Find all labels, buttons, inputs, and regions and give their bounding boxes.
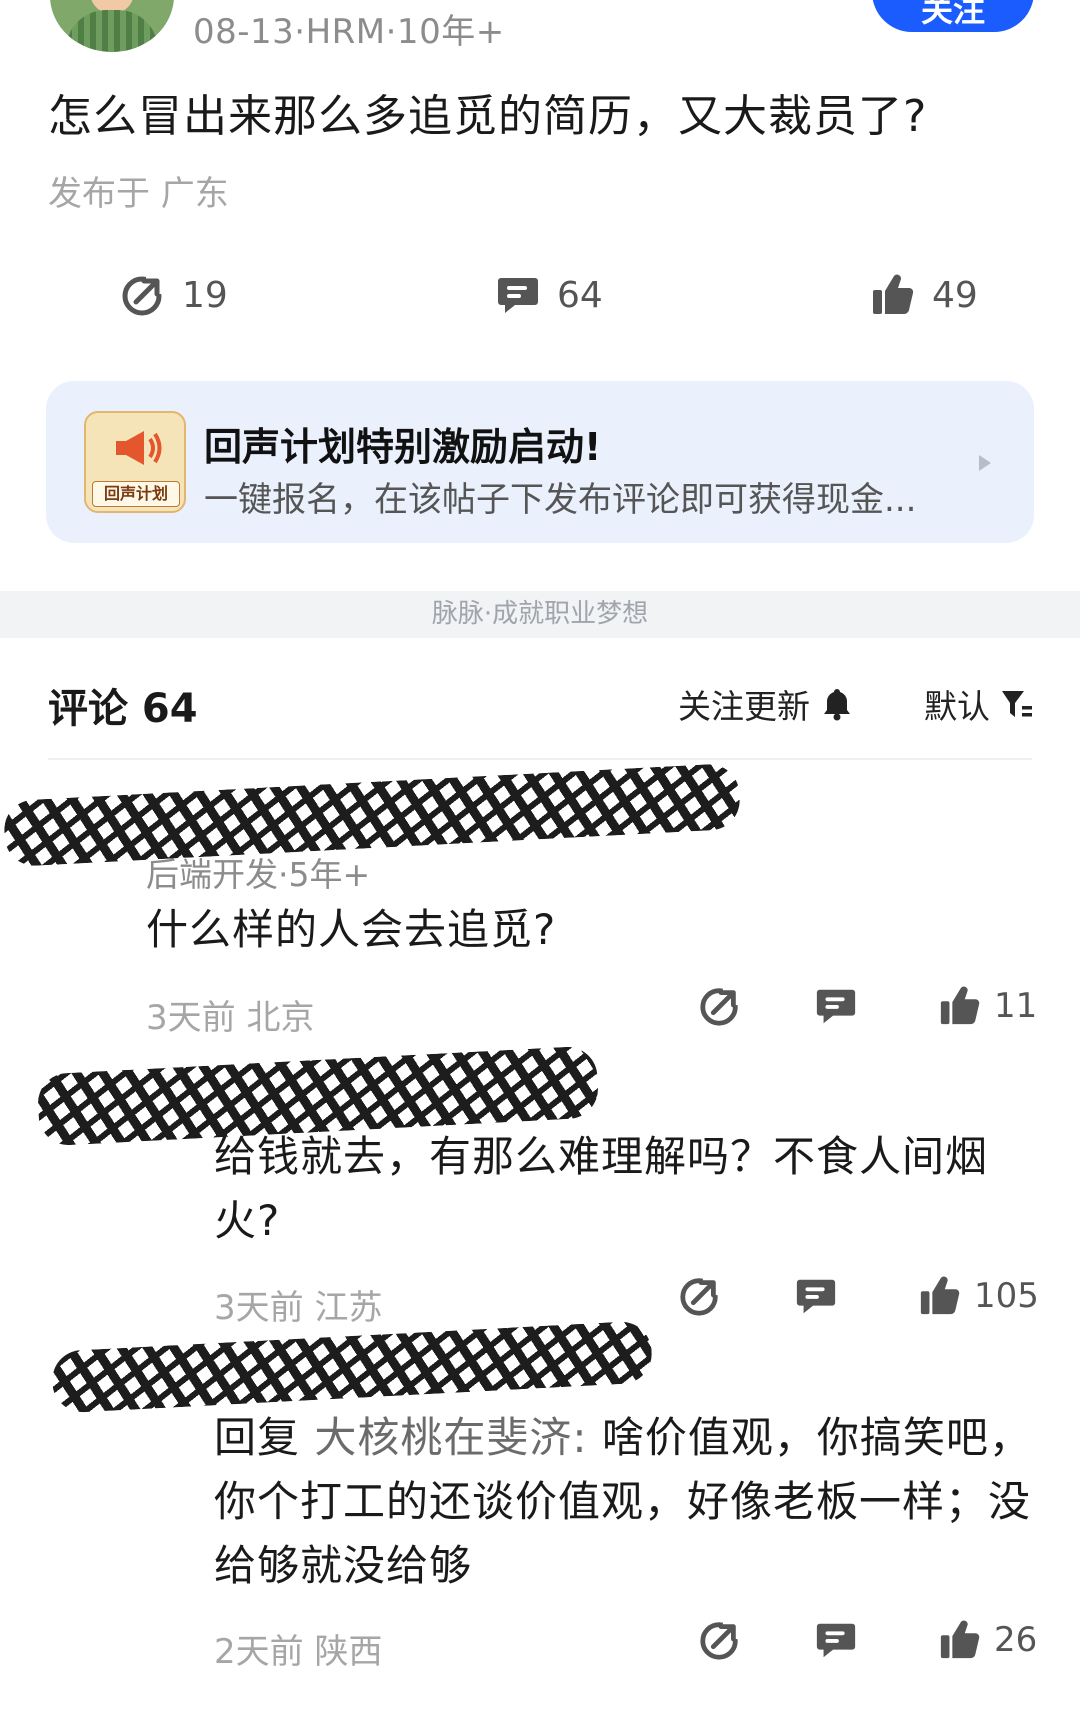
share-icon (122, 274, 166, 316)
bell-icon (824, 689, 850, 721)
follow-updates-label: 关注更新 (678, 687, 810, 726)
sort-dropdown[interactable]: 默认 (924, 680, 1034, 728)
comment-time-location: 3天前 北京 (146, 998, 315, 1038)
share-icon[interactable] (678, 1274, 722, 1318)
comment-text: 什么样的人会去追觅? (146, 905, 557, 954)
megaphone-icon: 回声计划 (84, 411, 186, 513)
chevron-right-icon (979, 455, 991, 471)
comment-text: 给钱就去，有那么难理解吗？不食人间烟火? (214, 1132, 989, 1245)
redacted-author-name (2, 762, 742, 868)
comment-like[interactable]: 26 (938, 1618, 1037, 1662)
share-count: 19 (182, 274, 228, 316)
share-action[interactable]: 19 (120, 270, 228, 320)
comment-time-location: 3天前 江苏 (214, 1288, 383, 1328)
comment-like[interactable]: 11 (938, 984, 1037, 1028)
follow-updates-button[interactable]: 关注更新 (678, 680, 852, 728)
banner-icon-label: 回声计划 (92, 481, 180, 507)
thumbs-up-icon (920, 1276, 960, 1315)
thumbs-up-icon (873, 274, 914, 315)
comment-icon (498, 278, 538, 313)
comments-title: 评论 64 (48, 686, 198, 732)
reply-target-name[interactable]: 大核桃在斐济: (314, 1413, 587, 1462)
reply-icon[interactable] (794, 1274, 838, 1318)
post-title: 怎么冒出来那么多追觅的简历，又大裁员了? (48, 91, 928, 142)
comment-like-count: 11 (994, 986, 1038, 1026)
comment-text: 回复 大核桃在斐济: 啥价值观，你搞笑吧，你个打工的还谈价值观，好像老板一样；没… (214, 1406, 1034, 1598)
comment-author-meta: 后端开发·5年+ (146, 855, 371, 894)
comment-action[interactable]: 64 (495, 270, 603, 320)
banner-subtitle: 一键报名，在该帖子下发布评论即可获得现金... (204, 480, 917, 520)
post-location: 发布于 广东 (48, 174, 229, 214)
thumbs-up-icon (940, 1620, 980, 1659)
filter-icon (1002, 691, 1032, 717)
reply-icon[interactable] (814, 984, 858, 1028)
like-action[interactable]: 49 (870, 270, 978, 320)
sort-label: 默认 (924, 687, 990, 726)
comment-count: 64 (557, 274, 603, 316)
share-icon[interactable] (698, 984, 742, 1028)
reply-prefix: 回复 (214, 1413, 315, 1462)
share-icon[interactable] (698, 1618, 742, 1662)
follow-button[interactable]: 关注 (872, 0, 1034, 32)
thumbs-up-icon (940, 986, 980, 1025)
divider (48, 758, 1032, 760)
comment-like[interactable]: 105 (918, 1274, 1039, 1318)
comment-like-count: 26 (994, 1620, 1038, 1660)
comment-like-count: 105 (974, 1276, 1039, 1316)
post-meta: 08-13·HRM·10年+ (193, 12, 505, 52)
author-avatar[interactable] (50, 0, 174, 52)
like-count: 49 (932, 274, 978, 316)
redacted-author-name (50, 1320, 654, 1414)
banner-title: 回声计划特别激励启动! (204, 425, 602, 469)
reply-icon[interactable] (814, 1618, 858, 1662)
slogan-strip: 脉脉·成就职业梦想 (0, 591, 1080, 638)
comment-time-location: 2天前 陕西 (214, 1632, 383, 1672)
